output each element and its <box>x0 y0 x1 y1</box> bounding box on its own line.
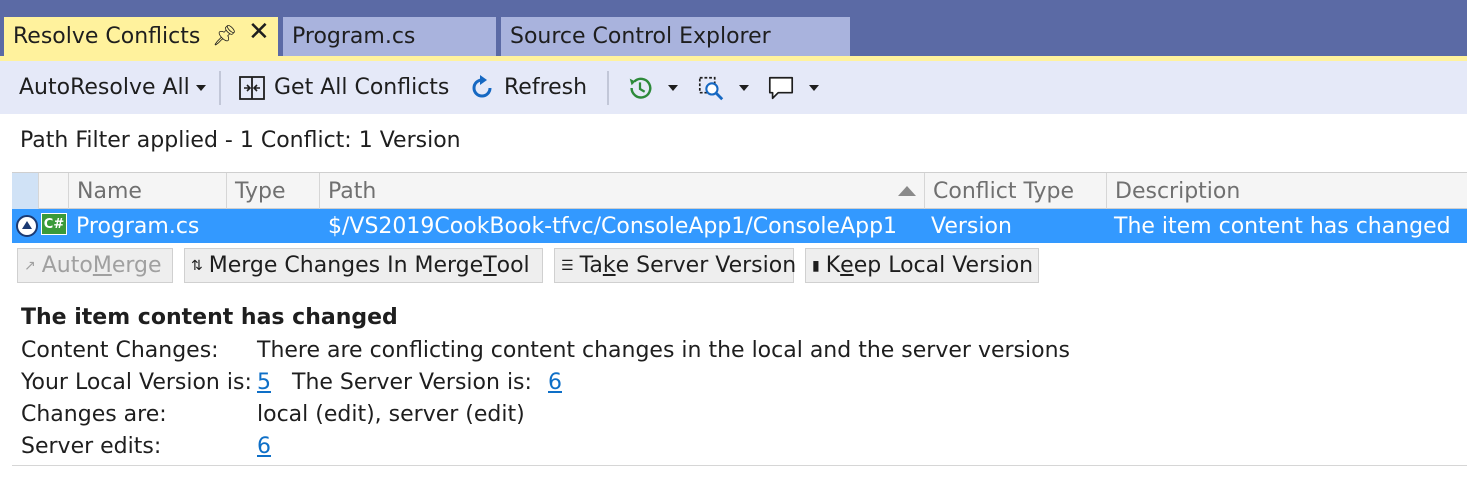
tab-program-cs[interactable]: Program.cs <box>283 17 496 56</box>
cell-name: Program.cs <box>76 213 200 239</box>
conflicts-grid-header: Name Type Path Conflict Type Description <box>12 172 1467 209</box>
column-header-conflict-type[interactable]: Conflict Type <box>925 173 1107 209</box>
chevron-down-icon <box>195 84 206 91</box>
tab-resolve-conflicts[interactable]: Resolve Conflicts 📌︎ ✕ <box>4 17 278 56</box>
autoresolve-label: AutoResolve All <box>19 75 190 100</box>
comment-dropdown[interactable] <box>767 61 819 114</box>
chevron-down-icon <box>809 84 819 91</box>
automerge-button[interactable]: ↗ Auto Merge <box>17 248 173 283</box>
keep-local-label-pre: K <box>825 253 841 278</box>
column-header-path[interactable]: Path <box>320 173 925 209</box>
server-icon: ☰ <box>561 257 574 274</box>
column-header-description[interactable]: Description <box>1107 173 1467 209</box>
automerge-label-pre: Auto <box>41 253 93 278</box>
history-dropdown[interactable] <box>626 61 678 114</box>
compare-dropdown[interactable] <box>697 61 749 114</box>
take-server-label-post: e Server Version <box>615 253 797 278</box>
merge-arrows-icon <box>238 74 266 102</box>
chevron-down-icon <box>739 84 749 91</box>
refresh-icon <box>468 74 496 102</box>
get-all-conflicts-button[interactable]: Get All Conflicts <box>238 61 449 114</box>
merge-tool-label-access-key: T <box>483 253 497 278</box>
toolbar-separator <box>219 71 221 105</box>
cell-path: $/VS2019CookBook-tfvc/ConsoleApp1/Consol… <box>328 213 898 239</box>
content-changes-label: Content Changes: <box>21 338 219 363</box>
chevron-down-icon <box>668 84 678 91</box>
document-tab-strip: Resolve Conflicts 📌︎ ✕ Program.cs Source… <box>0 0 1467 56</box>
local-version-link[interactable]: 5 <box>257 370 271 395</box>
toolbar-separator <box>607 71 609 105</box>
csharp-file-icon: C# <box>41 213 67 235</box>
toolbar: AutoResolve All Get All Conflicts Refres… <box>0 56 1467 114</box>
column-header-type[interactable]: Type <box>227 173 320 209</box>
sort-ascending-icon <box>898 186 916 196</box>
tab-source-control-explorer[interactable]: Source Control Explorer <box>501 17 850 56</box>
close-icon[interactable]: ✕ <box>248 19 270 45</box>
cell-description: The item content has changed <box>1114 213 1451 239</box>
tab-label: Source Control Explorer <box>510 24 771 49</box>
merge-changes-in-merge-tool-button[interactable]: ⇅ Merge Changes In Merge Tool <box>184 248 543 283</box>
take-server-version-button[interactable]: ☰ Ta k e Server Version <box>554 248 797 283</box>
divider <box>12 465 1467 466</box>
server-version-label: The Server Version is: <box>292 370 532 395</box>
comment-icon <box>767 74 795 102</box>
keep-local-label-access-key: e <box>840 253 854 278</box>
keep-local-label-post: ep Local Version <box>853 253 1034 278</box>
history-icon <box>626 74 654 102</box>
tab-label: Resolve Conflicts <box>13 24 201 49</box>
take-server-label-pre: Ta <box>579 253 603 278</box>
keep-local-version-button[interactable]: ▮ Ke ep Local Version <box>805 248 1039 283</box>
automerge-icon: ↗ <box>24 257 36 274</box>
automerge-label-access-key: M <box>92 253 112 278</box>
tab-label: Program.cs <box>292 24 416 49</box>
conflict-summary: Path Filter applied - 1 Conflict: 1 Vers… <box>20 128 461 153</box>
local-version-label: Your Local Version is: <box>21 370 252 395</box>
pin-icon[interactable]: 📌︎ <box>212 23 237 47</box>
local-computer-icon: ▮ <box>812 257 820 274</box>
cell-conflict-type: Version <box>931 213 1012 239</box>
merge-tool-label-post: ool <box>496 253 530 278</box>
column-header-icon[interactable] <box>39 173 69 209</box>
column-header-indicator[interactable] <box>12 173 39 209</box>
column-header-path-label: Path <box>328 178 377 204</box>
details-title: The item content has changed <box>21 305 398 330</box>
server-edits-label: Server edits: <box>21 434 162 459</box>
arrow-up-circle-icon <box>16 215 38 237</box>
table-row[interactable]: C# Program.cs $/VS2019CookBook-tfvc/Cons… <box>12 209 1467 243</box>
merge-icon: ⇅ <box>191 257 203 274</box>
refresh-button[interactable]: Refresh <box>468 61 587 114</box>
autoresolve-all-dropdown[interactable]: AutoResolve All <box>19 61 206 114</box>
get-all-conflicts-label: Get All Conflicts <box>274 75 450 100</box>
take-server-label-access-key: k <box>602 253 616 278</box>
automerge-label-post: erge <box>111 253 162 278</box>
server-version-link[interactable]: 6 <box>548 370 562 395</box>
column-header-name[interactable]: Name <box>69 173 227 209</box>
merge-tool-label-pre: Merge Changes In Merge <box>208 253 484 278</box>
server-edits-link[interactable]: 6 <box>257 434 271 459</box>
search-compare-icon <box>697 74 725 102</box>
content-changes-value: There are conflicting content changes in… <box>257 338 1070 363</box>
changes-are-value: local (edit), server (edit) <box>257 402 525 427</box>
changes-are-label: Changes are: <box>21 402 167 427</box>
refresh-label: Refresh <box>504 75 588 100</box>
